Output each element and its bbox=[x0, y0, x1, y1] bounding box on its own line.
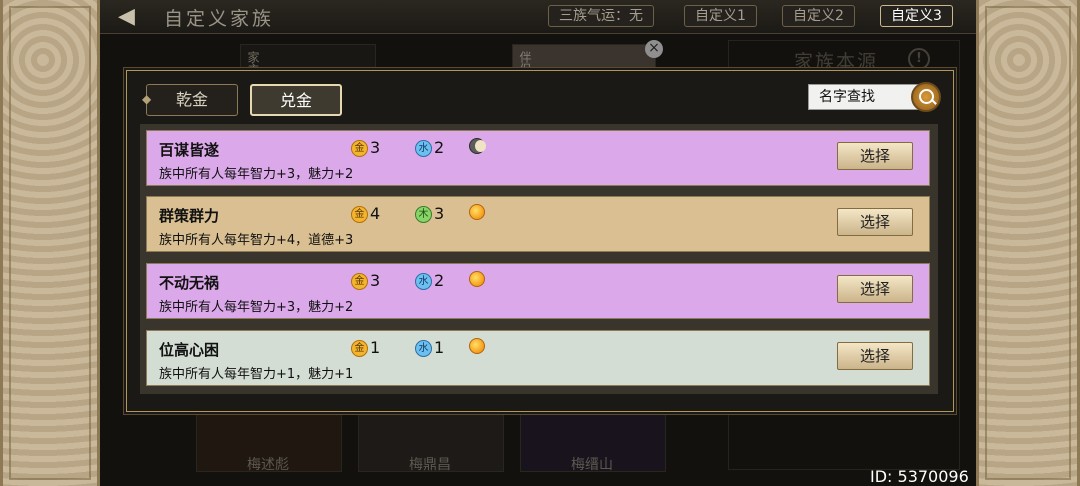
trait-row: 百谋皆遂 族中所有人每年智力+3，魅力+2 金3 水2 选择 bbox=[146, 130, 930, 186]
right-dragon-border bbox=[976, 0, 1080, 486]
gold-icon: 金 bbox=[351, 273, 368, 290]
close-icon[interactable]: × bbox=[645, 40, 663, 58]
left-dragon-border bbox=[0, 0, 100, 486]
water-stat: 水2 bbox=[415, 137, 444, 159]
select-button[interactable]: 选择 bbox=[837, 208, 913, 236]
water-icon: 水 bbox=[415, 340, 432, 357]
trait-desc: 族中所有人每年智力+3，魅力+2 bbox=[159, 300, 354, 315]
gold-value: 3 bbox=[370, 138, 381, 157]
wood-value: 3 bbox=[434, 204, 445, 223]
gold-value: 4 bbox=[370, 204, 381, 223]
gold-stat: 金3 bbox=[351, 270, 380, 292]
select-button[interactable]: 选择 bbox=[837, 275, 913, 303]
water-stat: 水1 bbox=[415, 337, 444, 359]
water-value: 1 bbox=[434, 338, 445, 357]
trait-desc: 族中所有人每年智力+4，道德+3 bbox=[159, 233, 354, 248]
water-stat: 水2 bbox=[415, 270, 444, 292]
trait-row: 位高心困 族中所有人每年智力+1，魅力+1 金1 水1 选择 bbox=[146, 330, 930, 386]
tab-qian-jin[interactable]: 乾金 bbox=[146, 84, 238, 116]
water-icon: 水 bbox=[415, 273, 432, 290]
tab-dui-jin[interactable]: 兑金 bbox=[250, 84, 342, 116]
tab-ornament-icon: ◆ bbox=[142, 92, 152, 106]
gold-value: 1 bbox=[370, 338, 381, 357]
sun-icon bbox=[469, 204, 485, 220]
gold-stat: 金1 bbox=[351, 337, 380, 359]
search-input[interactable]: 名字查找 bbox=[808, 84, 924, 110]
water-icon: 水 bbox=[415, 140, 432, 157]
gold-icon: 金 bbox=[351, 340, 368, 357]
wood-stat: 木3 bbox=[415, 203, 444, 225]
water-value: 2 bbox=[434, 271, 445, 290]
trait-name: 百谋皆遂 bbox=[159, 141, 220, 159]
back-arrow-icon[interactable]: ◀ bbox=[118, 6, 150, 28]
search-icon[interactable] bbox=[911, 82, 941, 112]
select-button[interactable]: 选择 bbox=[837, 342, 913, 370]
tab-custom-2[interactable]: 自定义2 bbox=[782, 5, 855, 27]
gold-icon: 金 bbox=[351, 206, 368, 223]
tab-label: 乾金 bbox=[175, 90, 208, 109]
sun-icon bbox=[469, 338, 485, 354]
gold-value: 3 bbox=[370, 271, 381, 290]
moon-icon bbox=[469, 138, 486, 154]
player-id: ID: 5370096 bbox=[870, 467, 969, 486]
tab-custom-1[interactable]: 自定义1 bbox=[684, 5, 757, 27]
tab-custom-3[interactable]: 自定义3 bbox=[880, 5, 953, 27]
water-value: 2 bbox=[434, 138, 445, 157]
page-title: 自定义家族 bbox=[164, 8, 275, 30]
trait-name: 不动无祸 bbox=[159, 274, 220, 292]
select-button[interactable]: 选择 bbox=[837, 142, 913, 170]
trait-name: 位高心困 bbox=[159, 341, 220, 359]
wood-icon: 木 bbox=[415, 206, 432, 223]
trait-row: 群策群力 族中所有人每年智力+4，道德+3 金4 木3 选择 bbox=[146, 196, 930, 252]
tab-label: 兑金 bbox=[279, 91, 312, 110]
gold-stat: 金3 bbox=[351, 137, 380, 159]
sun-icon bbox=[469, 271, 485, 287]
clan-fortune-tab[interactable]: 三族气运：无 bbox=[548, 5, 654, 27]
trait-desc: 族中所有人每年智力+1，魅力+1 bbox=[159, 367, 354, 382]
gold-icon: 金 bbox=[351, 140, 368, 157]
trait-desc: 族中所有人每年智力+3，魅力+2 bbox=[159, 167, 354, 182]
trait-row: 不动无祸 族中所有人每年智力+3，魅力+2 金3 水2 选择 bbox=[146, 263, 930, 319]
trait-name: 群策群力 bbox=[159, 207, 220, 225]
gold-stat: 金4 bbox=[351, 203, 380, 225]
